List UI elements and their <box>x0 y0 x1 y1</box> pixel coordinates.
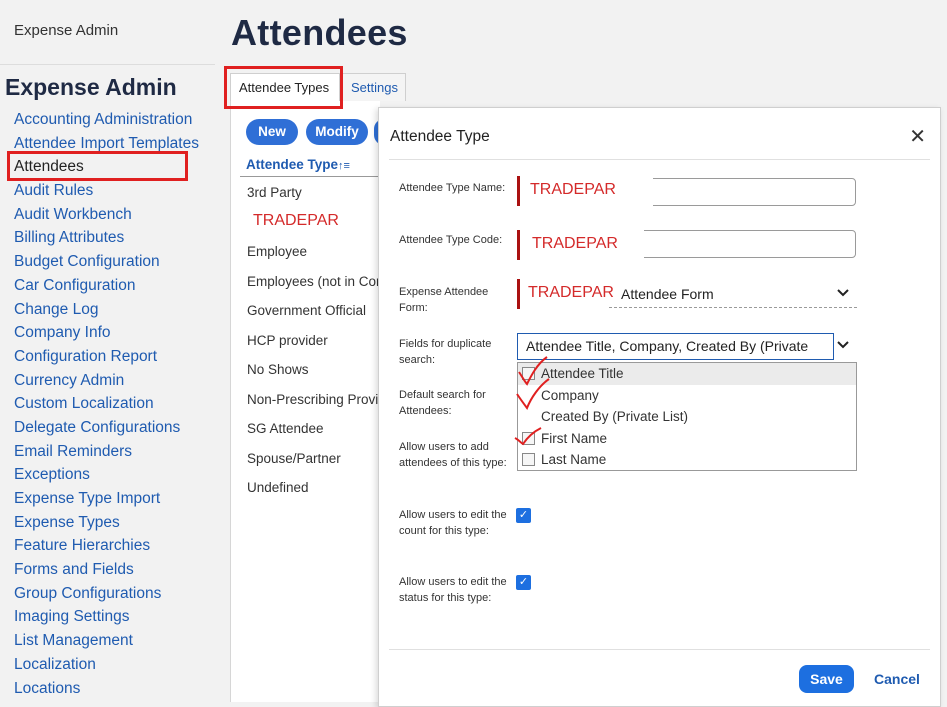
option-label: Attendee Title <box>541 366 624 381</box>
annotation-box-attendees <box>7 151 188 181</box>
sidebar-item-email-reminders[interactable]: Email Reminders <box>14 440 199 464</box>
sidebar-item-custom-localization[interactable]: Custom Localization <box>14 392 199 416</box>
sidebar-item-expense-type-import[interactable]: Expense Type Import <box>14 487 199 511</box>
sidebar-item-currency-admin[interactable]: Currency Admin <box>14 369 199 393</box>
option-first-name[interactable]: First Name <box>518 428 856 450</box>
redacted-name-value: TRADEPAR <box>517 176 653 206</box>
duplicate-search-select[interactable]: Attendee Title, Company, Created By (Pri… <box>517 333 834 379</box>
column-header-label: Attendee Type <box>246 157 339 172</box>
table-row[interactable]: Government Official <box>247 296 380 326</box>
redacted-form-prefix: TRADEPAR <box>517 279 614 309</box>
sidebar-item-localization[interactable]: Localization <box>14 653 199 677</box>
sidebar-item-accounting-administration[interactable]: Accounting Administration <box>14 108 199 132</box>
chevron-down-icon[interactable] <box>836 340 850 350</box>
form-select-value: Attendee Form <box>621 286 714 302</box>
redacted-code-value: TRADEPAR <box>517 230 644 260</box>
breadcrumb[interactable]: Expense Admin <box>14 22 118 39</box>
sidebar-item-company-info[interactable]: Company Info <box>14 321 199 345</box>
table-row[interactable]: HCP provider <box>247 326 380 356</box>
sidebar-heading: Expense Admin <box>5 74 177 100</box>
allow-edit-count-label: Allow users to edit the count for this t… <box>399 509 507 537</box>
chevron-down-icon[interactable] <box>836 288 850 298</box>
annotation-box-attendee-types-tab <box>224 66 343 109</box>
sidebar-item-list-management[interactable]: List Management <box>14 629 199 653</box>
option-label: Created By (Private List) <box>541 409 689 424</box>
default-search-label: Default search for Attendees: <box>399 389 486 417</box>
sidebar-divider <box>0 64 215 65</box>
sidebar-item-locations[interactable]: Locations <box>14 677 199 701</box>
attendee-type-dialog: Attendee Type ✕ Attendee Type Name: TRAD… <box>378 107 941 707</box>
option-company[interactable]: Company <box>518 385 856 407</box>
sort-icon: ↑≡ <box>338 160 350 172</box>
annotation-checkmarks <box>514 356 550 446</box>
dialog-footer-divider <box>389 649 930 650</box>
sidebar-item-exceptions[interactable]: Exceptions <box>14 463 199 487</box>
allow-edit-status-checkbox[interactable]: ✓ <box>516 575 531 590</box>
option-attendee-title[interactable]: Attendee Title <box>518 363 856 385</box>
option-last-name[interactable]: Last Name <box>518 449 856 471</box>
table-row[interactable]: Non-Prescribing Provider <box>247 385 380 415</box>
option-created-by[interactable]: Created By (Private List) <box>518 406 856 428</box>
new-button[interactable]: New <box>246 119 298 145</box>
sidebar-item-group-configurations[interactable]: Group Configurations <box>14 582 199 606</box>
page-title: Attendees <box>231 12 408 53</box>
close-icon[interactable]: ✕ <box>909 124 926 149</box>
sidebar-item-change-log[interactable]: Change Log <box>14 298 199 322</box>
save-button[interactable]: Save <box>799 665 854 693</box>
dialog-header-divider <box>389 159 930 160</box>
table-row[interactable]: Employee <box>247 237 380 267</box>
attendee-type-column-header[interactable]: Attendee Type↑≡ <box>246 157 350 172</box>
allow-edit-status-label: Allow users to edit the status for this … <box>399 576 507 604</box>
sidebar-item-forms-and-fields[interactable]: Forms and Fields <box>14 558 199 582</box>
sidebar-item-configuration-report[interactable]: Configuration Report <box>14 345 199 369</box>
table-row[interactable]: Spouse/Partner <box>247 444 380 474</box>
sidebar-item-billing-attributes[interactable]: Billing Attributes <box>14 226 199 250</box>
sidebar-item-audit-workbench[interactable]: Audit Workbench <box>14 203 199 227</box>
allow-add-label: Allow users to add attendees of this typ… <box>399 441 507 469</box>
redacted-row-label: TRADEPAR <box>238 205 368 236</box>
attendee-type-name-label: Attendee Type Name: <box>399 182 506 194</box>
column-header-divider <box>240 176 380 177</box>
sidebar: Expense Admin Expense Admin Accounting A… <box>0 0 230 702</box>
sidebar-item-audit-rules[interactable]: Audit Rules <box>14 179 199 203</box>
tab-settings[interactable]: Settings <box>342 73 406 101</box>
sidebar-item-feature-hierarchies[interactable]: Feature Hierarchies <box>14 534 199 558</box>
duplicate-search-label: Fields for duplicate search: <box>399 338 492 366</box>
sidebar-item-expense-types[interactable]: Expense Types <box>14 511 199 535</box>
option-label: Last Name <box>541 452 607 467</box>
sidebar-item-car-configuration[interactable]: Car Configuration <box>14 274 199 298</box>
sidebar-item-budget-configuration[interactable]: Budget Configuration <box>14 250 199 274</box>
dialog-title: Attendee Type <box>390 128 490 145</box>
sidebar-nav: Accounting Administration Attendee Impor… <box>14 108 199 700</box>
cancel-button[interactable]: Cancel <box>874 665 920 693</box>
attendee-type-code-label: Attendee Type Code: <box>399 234 503 246</box>
modify-button[interactable]: Modify <box>306 119 368 145</box>
checkbox-last-name[interactable] <box>522 453 535 466</box>
sidebar-item-delegate-configurations[interactable]: Delegate Configurations <box>14 416 199 440</box>
duplicate-search-options: Attendee Title Company Created By (Priva… <box>517 362 857 471</box>
table-row[interactable]: SG Attendee <box>247 414 380 444</box>
table-row[interactable]: 3rd Party <box>247 178 380 208</box>
sidebar-item-imaging-settings[interactable]: Imaging Settings <box>14 605 199 629</box>
table-row[interactable]: Undefined <box>247 473 380 503</box>
expense-attendee-form-label: Expense Attendee Form: <box>399 286 489 314</box>
table-row[interactable]: No Shows <box>247 355 380 385</box>
table-row[interactable]: Employees (not in Concur) <box>247 267 380 297</box>
allow-edit-count-checkbox[interactable]: ✓ <box>516 508 531 523</box>
